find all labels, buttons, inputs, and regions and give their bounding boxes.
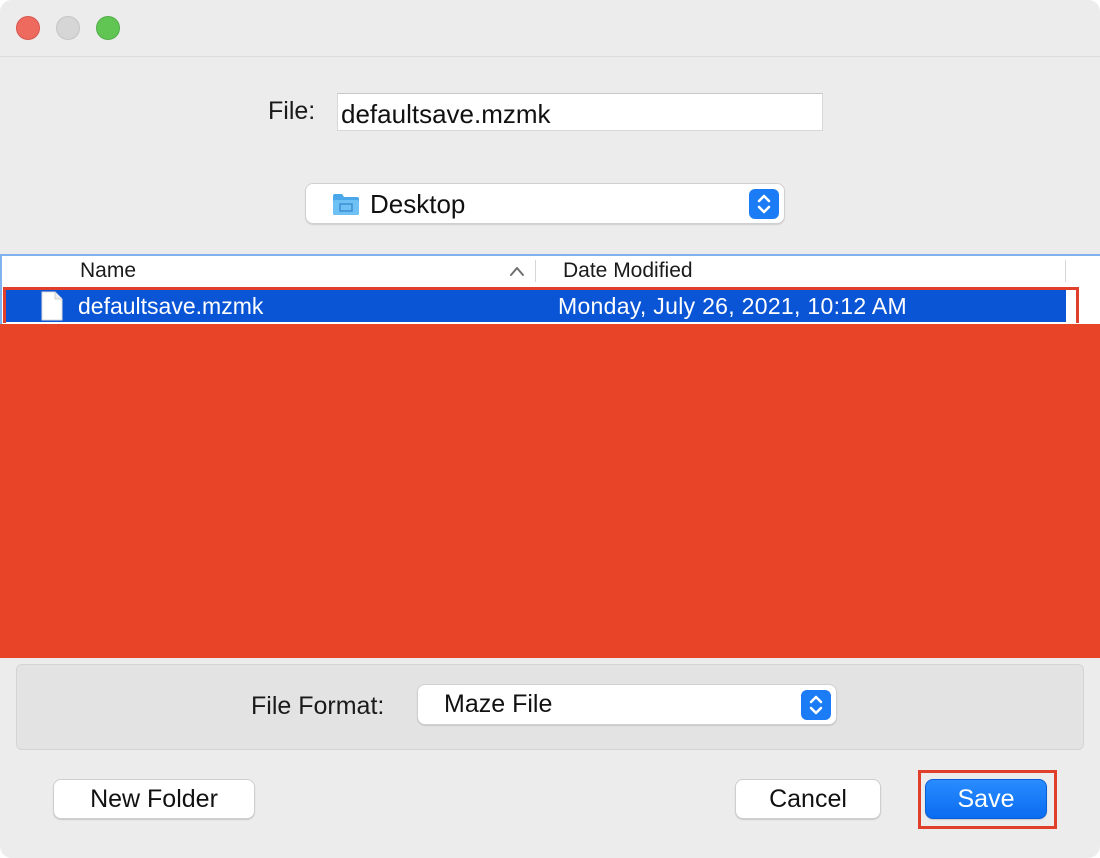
location-dropdown[interactable]: Desktop — [305, 183, 785, 224]
file-format-panel: File Format: Maze File — [16, 664, 1084, 750]
file-format-dropdown[interactable]: Maze File — [417, 684, 837, 725]
file-name-label: File: — [268, 97, 316, 125]
zoom-window-button[interactable] — [96, 16, 120, 40]
minimize-window-button[interactable] — [56, 16, 80, 40]
file-format-value: Maze File — [444, 690, 553, 718]
title-bar — [0, 0, 1100, 57]
file-name-input[interactable] — [337, 93, 823, 131]
location-label: Desktop — [370, 189, 466, 219]
file-format-label: File Format: — [251, 692, 385, 720]
new-folder-button[interactable]: New Folder — [53, 779, 255, 819]
redacted-area — [0, 324, 1100, 658]
file-format-stepper-icon — [801, 690, 831, 720]
cancel-button[interactable]: Cancel — [735, 779, 881, 819]
save-dialog: File: Desktop Name Date Modified default — [0, 0, 1100, 858]
location-stepper-icon — [749, 189, 779, 219]
close-window-button[interactable] — [16, 16, 40, 40]
folder-icon — [333, 194, 359, 215]
save-button[interactable]: Save — [925, 779, 1047, 819]
